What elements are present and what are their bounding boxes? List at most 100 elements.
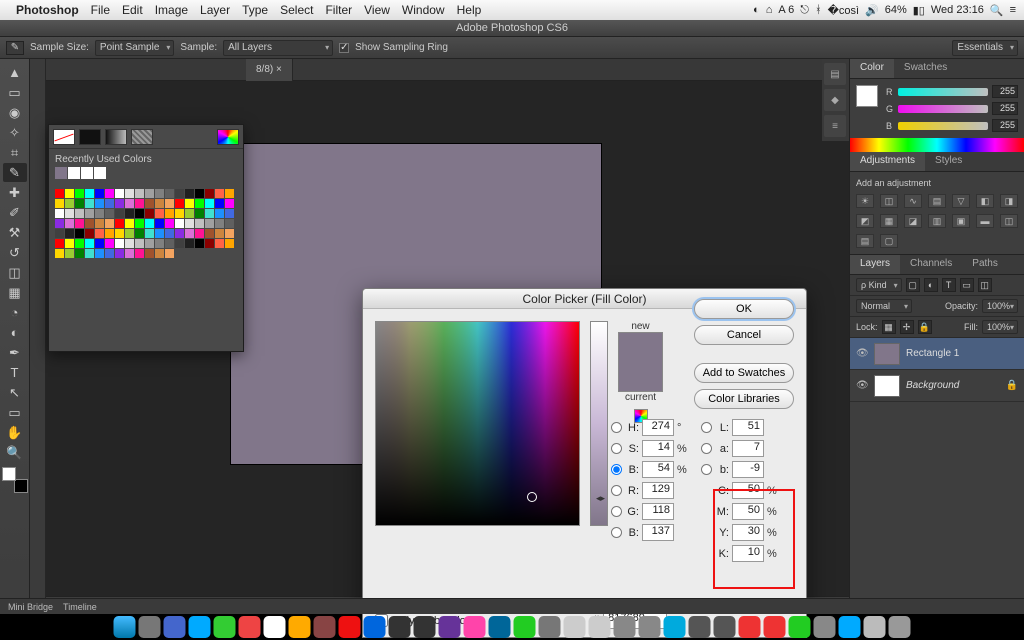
filter-smart-icon[interactable]: ◫ (978, 278, 992, 292)
swatch-cell[interactable] (65, 249, 74, 258)
pattern-fill-button[interactable] (131, 129, 153, 145)
dock-app-icon[interactable] (614, 616, 636, 638)
swatch-cell[interactable] (135, 209, 144, 218)
swatch-cell[interactable] (215, 199, 224, 208)
adj-curves-icon[interactable]: ∿ (904, 194, 922, 208)
swatch-cell[interactable] (81, 167, 93, 179)
swatch-cell[interactable] (205, 219, 214, 228)
menu-filter[interactable]: Filter (325, 3, 352, 17)
m-input[interactable]: 50 (732, 503, 764, 520)
document-tab[interactable]: 8/8) × (246, 59, 293, 81)
swatch-cell[interactable] (65, 229, 74, 238)
swatch-cell[interactable] (225, 199, 234, 208)
swatch-cell[interactable] (105, 209, 114, 218)
dock-trash-icon[interactable] (889, 616, 911, 638)
swatch-cell[interactable] (165, 209, 174, 218)
swatch-cell[interactable] (205, 209, 214, 218)
dock-app-icon[interactable] (164, 616, 186, 638)
swatch-cell[interactable] (185, 219, 194, 228)
add-to-swatches-button[interactable]: Add to Swatches (694, 363, 794, 383)
swatch-cell[interactable] (94, 167, 106, 179)
dock-app-icon[interactable] (139, 616, 161, 638)
swatch-cell[interactable] (75, 239, 84, 248)
brush-tool-icon[interactable]: ✐ (3, 203, 27, 222)
spotlight-icon[interactable]: 🔍 (990, 4, 1004, 17)
collapsed-panel-icon[interactable]: ◆ (824, 89, 846, 111)
show-sampling-ring-checkbox[interactable] (339, 43, 349, 53)
swatch-cell[interactable] (55, 239, 64, 248)
swatch-cell[interactable] (135, 219, 144, 228)
y-input[interactable]: 30 (732, 524, 764, 541)
bv-radio[interactable] (611, 464, 622, 475)
dock-app-icon[interactable] (239, 616, 261, 638)
swatch-cell[interactable] (95, 249, 104, 258)
swatch-cell[interactable] (225, 189, 234, 198)
swatch-cell[interactable] (105, 229, 114, 238)
adj-post-icon[interactable]: ▥ (928, 214, 946, 228)
menu-type[interactable]: Type (242, 3, 268, 17)
swatch-cell[interactable] (75, 199, 84, 208)
dock-app-icon[interactable] (589, 616, 611, 638)
visibility-eye-icon[interactable]: 👁 (856, 348, 868, 359)
swatch-cell[interactable] (135, 239, 144, 248)
swatch-cell[interactable] (55, 209, 64, 218)
menu-file[interactable]: File (91, 3, 110, 17)
adj-thresh-icon[interactable]: ▣ (952, 214, 970, 228)
swatch-cell[interactable] (125, 239, 134, 248)
swatch-cell[interactable] (215, 189, 224, 198)
swatch-cell[interactable] (105, 219, 114, 228)
swatch-cell[interactable] (125, 209, 134, 218)
adj-hue-icon[interactable]: ◧ (976, 194, 994, 208)
blend-mode-select[interactable]: Normal (856, 299, 912, 313)
filter-shape-icon[interactable]: ▭ (960, 278, 974, 292)
swatch-cell[interactable] (105, 239, 114, 248)
swatch-cell[interactable] (145, 189, 154, 198)
swatch-cell[interactable] (55, 249, 64, 258)
a-input[interactable]: 7 (732, 440, 764, 457)
filter-pixel-icon[interactable]: ▢ (906, 278, 920, 292)
swatch-cell[interactable] (205, 199, 214, 208)
menu-window[interactable]: Window (402, 3, 445, 17)
k-input[interactable]: 10 (732, 545, 764, 562)
swatch-cell[interactable] (155, 249, 164, 258)
swatch-cell[interactable] (135, 229, 144, 238)
visibility-eye-icon[interactable]: 👁 (856, 380, 868, 391)
swatch-cell[interactable] (165, 189, 174, 198)
swatch-cell[interactable] (165, 229, 174, 238)
eyedropper-tool-icon[interactable]: ✎ (3, 163, 27, 182)
dock-app-icon[interactable] (289, 616, 311, 638)
swatch-cell[interactable] (215, 229, 224, 238)
eraser-tool-icon[interactable]: ◫ (3, 263, 27, 282)
menu-view[interactable]: View (364, 3, 390, 17)
stamp-tool-icon[interactable]: ⚒ (3, 223, 27, 242)
c-input[interactable]: 50 (732, 482, 764, 499)
adj-invert-icon[interactable]: ◪ (904, 214, 922, 228)
swatch-cell[interactable] (125, 229, 134, 238)
tab-adjustments[interactable]: Adjustments (850, 152, 925, 171)
cancel-button[interactable]: Cancel (694, 325, 794, 345)
swatch-cell[interactable] (225, 239, 234, 248)
swatch-cell[interactable] (215, 239, 224, 248)
dock-app-icon[interactable] (214, 616, 236, 638)
move-tool-icon[interactable]: ▲ (3, 63, 27, 82)
tool-preset-icon[interactable]: ✎ (6, 41, 24, 55)
spectrum-strip[interactable] (850, 138, 1024, 152)
wand-tool-icon[interactable]: ✧ (3, 123, 27, 142)
pen-tool-icon[interactable]: ✒ (3, 343, 27, 362)
color-picker-button[interactable] (217, 129, 239, 145)
collapsed-panel-icon[interactable]: ▤ (824, 63, 846, 85)
dodge-tool-icon[interactable]: ◐ (3, 323, 27, 342)
adj-photofilter-icon[interactable]: ◩ (856, 214, 874, 228)
dock-app-icon[interactable] (739, 616, 761, 638)
swatch-cell[interactable] (135, 199, 144, 208)
swatch-cell[interactable] (75, 209, 84, 218)
swatch-cell[interactable] (105, 249, 114, 258)
swatch-cell[interactable] (145, 239, 154, 248)
hand-tool-icon[interactable]: ✋ (3, 423, 27, 442)
dock-app-icon[interactable] (539, 616, 561, 638)
s-radio[interactable] (611, 443, 622, 454)
b-value[interactable]: 255 (992, 119, 1018, 132)
sample-layers-select[interactable]: All Layers (223, 40, 333, 56)
sample-size-select[interactable]: Point Sample (95, 40, 174, 56)
dock-app-icon[interactable] (814, 616, 836, 638)
